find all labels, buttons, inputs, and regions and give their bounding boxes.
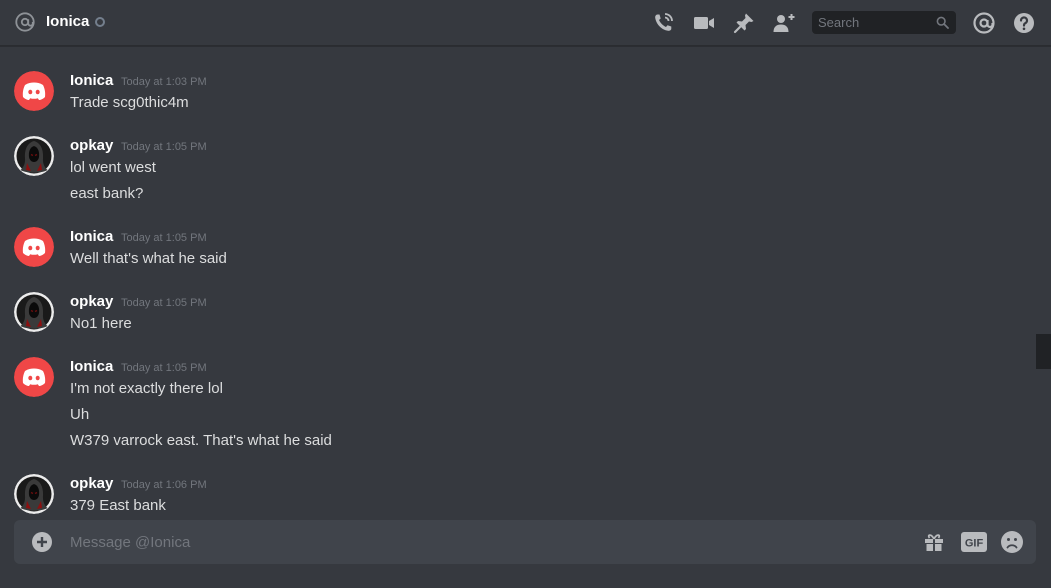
message-text: Uh xyxy=(70,406,90,423)
avatar[interactable] xyxy=(14,71,54,111)
message-text: No1 here xyxy=(70,315,132,332)
video-call-icon[interactable] xyxy=(692,11,716,35)
help-icon[interactable] xyxy=(1012,11,1036,35)
gif-icon[interactable]: GIF xyxy=(961,532,987,552)
search-icon xyxy=(936,16,949,29)
at-sign-icon xyxy=(15,12,35,32)
avatar[interactable] xyxy=(14,292,54,332)
pin-icon[interactable] xyxy=(732,11,756,35)
message-text: W379 varrock east. That's what he said xyxy=(70,432,332,449)
message-timestamp: Today at 1:05 PM xyxy=(121,362,207,374)
svg-text:GIF: GIF xyxy=(965,538,984,550)
message-author[interactable]: Ionica xyxy=(70,72,113,89)
gift-icon[interactable] xyxy=(922,530,946,554)
message-text: Trade scg0thic4m xyxy=(70,94,189,111)
message-text: lol went west xyxy=(70,159,156,176)
search-box[interactable] xyxy=(812,11,956,34)
voice-call-icon[interactable] xyxy=(651,11,675,35)
search-input[interactable] xyxy=(812,11,932,34)
upload-plus-icon[interactable] xyxy=(30,530,54,554)
message-timestamp: Today at 1:06 PM xyxy=(121,479,207,491)
message-text: I'm not exactly there lol xyxy=(70,380,223,397)
mentions-icon[interactable] xyxy=(972,11,996,35)
message-input[interactable] xyxy=(70,520,890,564)
avatar[interactable] xyxy=(14,136,54,176)
scrollbar-thumb[interactable] xyxy=(1036,334,1051,369)
message-list: Ionica Today at 1:03 PM Trade scg0thic4m… xyxy=(0,47,1036,517)
message-timestamp: Today at 1:03 PM xyxy=(121,76,207,88)
add-friend-icon[interactable] xyxy=(772,11,796,35)
message-text: 379 East bank xyxy=(70,497,166,514)
message-timestamp: Today at 1:05 PM xyxy=(121,141,207,153)
status-indicator xyxy=(95,17,105,27)
avatar[interactable] xyxy=(14,357,54,397)
channel-header: Ionica xyxy=(0,0,1051,46)
message-author[interactable]: Ionica xyxy=(70,228,113,245)
message-timestamp: Today at 1:05 PM xyxy=(121,297,207,309)
message-text: Well that's what he said xyxy=(70,250,227,267)
message-author[interactable]: opkay xyxy=(70,475,113,492)
message-author[interactable]: Ionica xyxy=(70,358,113,375)
message-author[interactable]: opkay xyxy=(70,293,113,310)
channel-title: Ionica xyxy=(46,13,90,30)
avatar[interactable] xyxy=(14,474,54,514)
message-author[interactable]: opkay xyxy=(70,137,113,154)
message-text: east bank? xyxy=(70,185,144,202)
avatar[interactable] xyxy=(14,227,54,267)
message-timestamp: Today at 1:05 PM xyxy=(121,232,207,244)
emoji-icon[interactable] xyxy=(1000,530,1024,554)
message-composer: GIF xyxy=(14,520,1036,564)
